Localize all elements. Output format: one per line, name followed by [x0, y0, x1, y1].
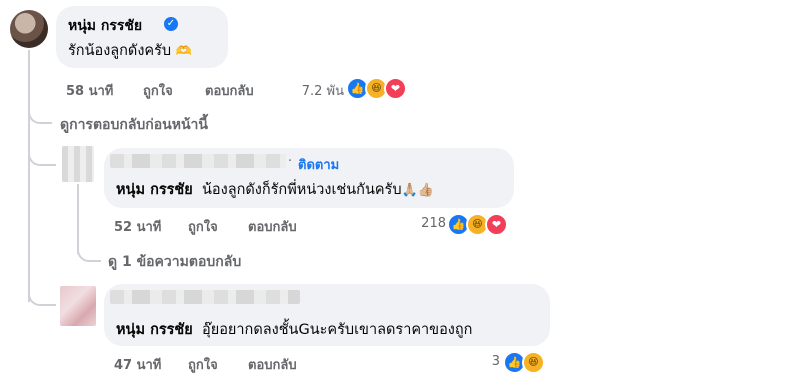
reaction-count[interactable]: 3 — [460, 354, 500, 369]
love-icon[interactable]: ❤ — [384, 77, 407, 100]
reply-time[interactable]: 52 นาที — [114, 216, 161, 237]
thread-curve-view-replies — [77, 244, 101, 262]
like-button[interactable]: ถูกใจ — [188, 216, 218, 237]
like-button[interactable]: ถูกใจ — [143, 80, 173, 101]
like-button[interactable]: ถูกใจ — [188, 354, 218, 375]
pray-thumbs-emoji: 🙏🏼👍🏼 — [401, 183, 434, 198]
reply-time[interactable]: 47 นาที — [114, 354, 161, 375]
reply-button[interactable]: ตอบกลับ — [205, 80, 254, 101]
view-previous-replies-link[interactable]: ดูการตอบกลับก่อนหน้านี้ — [60, 114, 208, 136]
thread-curve-reply-2 — [28, 284, 56, 306]
comment-time[interactable]: 58 นาที — [66, 80, 113, 101]
separator-dot: · — [288, 154, 293, 169]
haha-icon[interactable]: 😆 — [522, 351, 545, 374]
redacted-username — [110, 154, 286, 168]
avatar[interactable] — [62, 146, 94, 182]
comment-text: รักน้องลูกดังครับ 🫶 — [68, 43, 192, 59]
avatar[interactable] — [60, 286, 96, 326]
reaction-count[interactable]: 7.2 พัน — [294, 80, 344, 101]
reaction-count[interactable]: 218 — [400, 216, 446, 231]
avatar[interactable] — [10, 10, 48, 48]
thread-curve-reply-1 — [28, 140, 56, 166]
thread-line-main — [28, 50, 30, 302]
reply-text: หนุ่ม กรรชัย น้องลูกดังก็รักพี่หน่วงเช่น… — [116, 182, 434, 198]
mention-link[interactable]: หนุ่ม กรรชัย — [116, 322, 193, 338]
love-icon[interactable]: ❤ — [485, 213, 508, 236]
reply-button[interactable]: ตอบกลับ — [248, 216, 297, 237]
heart-hands-emoji: 🫶 — [175, 44, 192, 59]
verified-badge-icon: ✓ — [164, 17, 178, 31]
reply-button[interactable]: ตอบกลับ — [248, 354, 297, 375]
redacted-username — [110, 290, 300, 304]
follow-button[interactable]: ติดตาม — [298, 154, 339, 175]
reply-text: หนุ่ม กรรชัย อุ๊ยอยากดลงชั้นGนะครับเขาลด… — [116, 322, 473, 338]
mention-link[interactable]: หนุ่ม กรรชัย — [116, 182, 193, 198]
view-replies-link[interactable]: ดู 1 ข้อความตอบกลับ — [108, 251, 241, 273]
comment-author[interactable]: หนุ่ม กรรชัย — [68, 15, 142, 37]
thread-curve-view-previous — [28, 104, 52, 124]
